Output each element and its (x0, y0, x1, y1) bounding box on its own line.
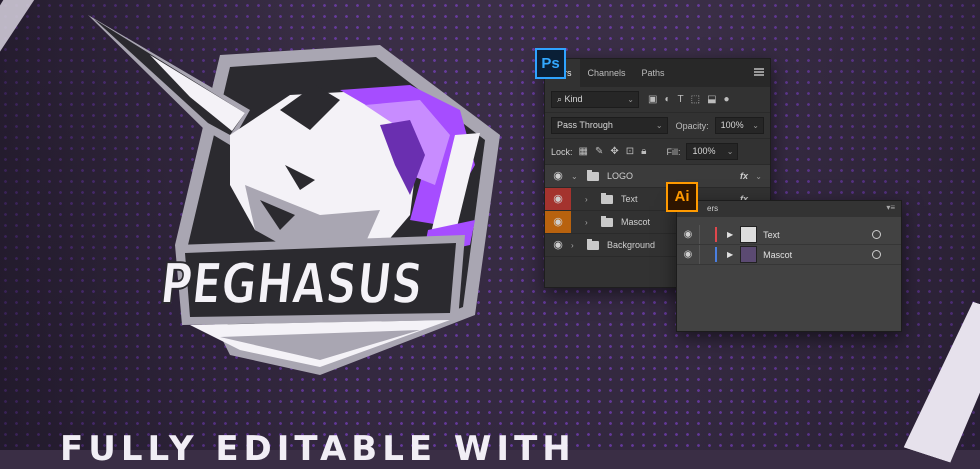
layer-group-logo[interactable]: ◉ ⌄ LOGO fx ⌄ (545, 165, 770, 188)
visibility-eye-icon[interactable]: ◉ (545, 211, 571, 233)
headline-text: FULLY EDITABLE WITH (60, 429, 576, 469)
visibility-eye-icon[interactable]: ◉ (545, 188, 571, 210)
panel-title: ers (707, 204, 719, 213)
layer-color-bar (715, 227, 717, 242)
opacity-label: Opacity: (675, 120, 709, 131)
illustrator-badge-icon: Ai (666, 182, 698, 212)
blend-mode-select[interactable]: Pass Through ⌄ (551, 117, 668, 134)
chevron-right-icon[interactable]: › (571, 241, 583, 250)
folder-icon (587, 238, 599, 250)
filter-kind-select[interactable]: ⌕ Kind ⌄ (551, 91, 639, 108)
peghasus-mascot-logo: PEGHASUS (88, 15, 500, 375)
image-filter-icon[interactable]: ▣ (648, 94, 657, 105)
chevron-down-icon[interactable]: ⌄ (755, 172, 762, 181)
search-icon: ⌕ (557, 94, 565, 104)
filter-toggle-icon[interactable]: ● (724, 94, 730, 105)
adjustment-filter-icon[interactable]: ◐ (664, 94, 670, 105)
visibility-eye-icon[interactable]: ◉ (545, 165, 571, 187)
illustrator-layers-panel: ers ▾≡ ◉ ▶ Text ◉ ▶ Mascot (676, 200, 902, 332)
chevron-down-icon: ⌄ (726, 147, 734, 156)
expand-triangle-icon[interactable]: ▶ (727, 230, 733, 239)
target-circle-icon[interactable] (872, 230, 881, 239)
tab-channels[interactable]: Channels (580, 59, 634, 87)
target-circle-icon[interactable] (872, 250, 881, 259)
lock-all-icon[interactable]: 🔒︎ (641, 146, 646, 157)
chevron-down-icon[interactable]: ⌄ (571, 172, 583, 181)
fill-input[interactable]: 100% ⌄ (686, 143, 739, 160)
layer-name: LOGO (607, 171, 634, 181)
lock-move-icon[interactable]: ✥ (610, 146, 618, 157)
blend-row: Pass Through ⌄ Opacity: 100% ⌄ (545, 113, 770, 139)
folder-icon (587, 169, 599, 181)
layer-name: Background (607, 240, 656, 250)
ai-layer-mascot[interactable]: ◉ ▶ Mascot (677, 245, 901, 265)
chevron-right-icon[interactable]: › (585, 218, 597, 227)
panel-menu-icon[interactable]: ▾≡ (886, 203, 895, 212)
shape-filter-icon[interactable]: ⬚ (691, 94, 700, 105)
folder-icon (601, 192, 613, 204)
folder-icon (601, 215, 613, 227)
layer-name: Mascot (763, 249, 793, 260)
chevron-right-icon[interactable]: › (585, 195, 597, 204)
fx-icon[interactable]: fx (740, 171, 748, 181)
visibility-eye-icon[interactable]: ◉ (677, 229, 699, 240)
layer-thumbnail (740, 226, 758, 243)
filter-icons: ▣ ◐ T ⬚ ⬓ ● (648, 94, 730, 105)
panel-menu-icon[interactable] (754, 68, 764, 76)
chevron-down-icon: ⌄ (655, 121, 663, 130)
lock-transparent-icon[interactable]: ▦ (579, 146, 588, 157)
fill-label: Fill: (666, 146, 681, 157)
logo-wordmark: PEGHASUS (157, 252, 426, 317)
lock-row: Lock: ▦ ✎ ✥ ⊡ 🔒︎ Fill: 100% ⌄ (545, 139, 770, 165)
lock-brush-icon[interactable]: ✎ (595, 146, 603, 157)
layer-name: Text (763, 229, 780, 240)
chevron-down-icon: ⌄ (752, 121, 759, 130)
photoshop-badge-icon: Ps (535, 48, 566, 79)
layer-name: Text (621, 194, 638, 204)
lock-artboard-icon[interactable]: ⊡ (626, 146, 634, 157)
layer-thumbnail (740, 246, 758, 263)
visibility-eye-icon[interactable]: ◉ (545, 234, 571, 256)
lock-icons: ▦ ✎ ✥ ⊡ 🔒︎ (579, 146, 647, 157)
panel-header: ers ▾≡ (677, 201, 901, 217)
layer-name: Mascot (621, 217, 651, 227)
expand-triangle-icon[interactable]: ▶ (727, 250, 733, 259)
type-filter-icon[interactable]: T (678, 94, 684, 105)
filter-row: ⌕ Kind ⌄ ▣ ◐ T ⬚ ⬓ ● (545, 87, 770, 113)
layer-color-bar (715, 247, 717, 262)
lock-label: Lock: (551, 146, 573, 157)
panel-tabs: ers Channels Paths (545, 59, 770, 87)
tab-paths[interactable]: Paths (634, 59, 673, 87)
visibility-eye-icon[interactable]: ◉ (677, 249, 699, 260)
smart-object-filter-icon[interactable]: ⬓ (707, 94, 716, 105)
opacity-input[interactable]: 100% ⌄ (714, 117, 764, 134)
ai-layer-text[interactable]: ◉ ▶ Text (677, 225, 901, 245)
chevron-down-icon: ⌄ (627, 95, 634, 104)
